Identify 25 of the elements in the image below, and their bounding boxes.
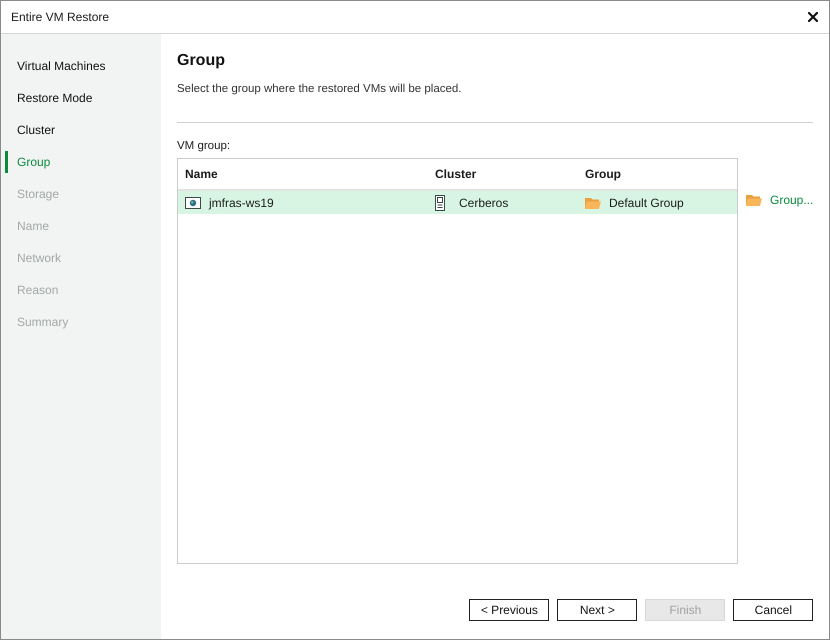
window-title: Entire VM Restore <box>11 10 110 24</box>
step-item[interactable]: Virtual Machines <box>1 50 161 82</box>
step-item[interactable]: Cluster <box>1 114 161 146</box>
column-header[interactable]: Cluster <box>435 167 585 181</box>
vm-icon <box>185 196 201 208</box>
table-row[interactable]: jmfras-ws19 Cerberos Default Group <box>178 191 737 214</box>
vm-group-label: VM group: <box>177 139 232 154</box>
cluster-cell: Cerberos <box>459 196 508 210</box>
column-header[interactable]: Name <box>185 167 435 181</box>
folder-icon <box>585 196 601 208</box>
folder-icon <box>746 194 762 206</box>
column-header[interactable]: Group <box>585 167 737 181</box>
wizard-button[interactable]: Cancel <box>733 599 814 621</box>
step-item[interactable]: Restore Mode <box>1 82 161 114</box>
page-heading: Group <box>177 51 226 71</box>
group-link[interactable]: Group... <box>746 193 814 207</box>
group-cell: Default Group <box>609 196 684 210</box>
wizard-button[interactable]: Next > <box>557 599 638 621</box>
server-icon <box>435 194 445 210</box>
vm-name-cell: jmfras-ws19 <box>209 196 274 210</box>
page-description: Select the group where the restored VMs will be placed. <box>177 82 462 97</box>
wizard-button[interactable]: < Previous <box>469 599 550 621</box>
close-icon <box>808 12 818 22</box>
close-button[interactable] <box>807 11 819 23</box>
step-item[interactable]: Group <box>1 146 161 178</box>
